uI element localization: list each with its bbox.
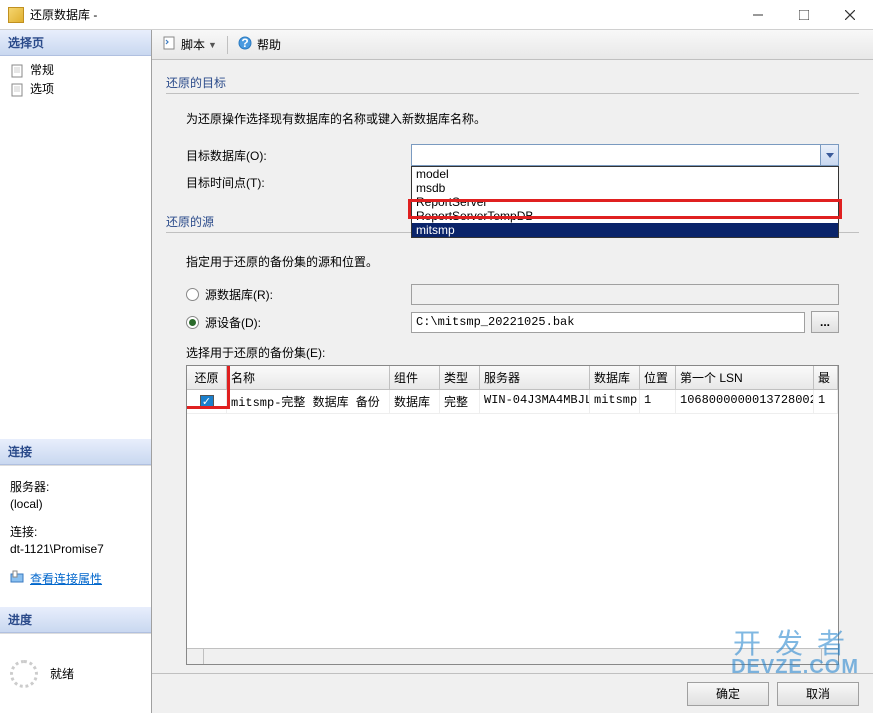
help-icon: ? — [238, 36, 254, 53]
cell-position: 1 — [640, 390, 676, 413]
cell-component: 数据库 — [390, 390, 440, 413]
minimize-button[interactable] — [735, 0, 781, 30]
target-db-label: 目标数据库(O): — [186, 147, 411, 164]
maximize-button[interactable] — [781, 0, 827, 30]
horizontal-scrollbar[interactable] — [187, 648, 838, 664]
col-restore[interactable]: 还原 — [187, 366, 227, 389]
toolbar: 脚本 ▼ ? 帮助 — [152, 30, 873, 60]
progress-ring-icon — [10, 660, 38, 688]
close-button[interactable] — [827, 0, 873, 30]
dropdown-item-selected[interactable]: mitsmp — [412, 223, 838, 237]
toolbar-separator — [227, 36, 228, 54]
grid-header: 还原 名称 组件 类型 服务器 数据库 位置 第一个 LSN 最 — [187, 366, 838, 390]
source-db-radio[interactable] — [186, 288, 199, 301]
help-button[interactable]: ? 帮助 — [234, 34, 285, 55]
dropdown-item[interactable]: model — [412, 167, 838, 181]
sidebar-item-label: 常规 — [30, 61, 54, 78]
table-row[interactable]: ✓ mitsmp-完整 数据库 备份 数据库 完整 WIN-04J3MA4MBJ… — [187, 390, 838, 414]
col-name[interactable]: 名称 — [227, 366, 390, 389]
target-hint: 为还原操作选择现有数据库的名称或键入新数据库名称。 — [166, 104, 859, 141]
source-device-radio[interactable] — [186, 316, 199, 329]
cancel-button[interactable]: 取消 — [777, 682, 859, 706]
col-server[interactable]: 服务器 — [480, 366, 590, 389]
connection-props-icon — [10, 570, 26, 587]
dialog-footer: 确定 取消 — [152, 673, 873, 713]
db-icon — [8, 7, 24, 23]
script-icon — [162, 36, 178, 53]
page-icon — [10, 83, 26, 95]
target-legend: 还原的目标 — [166, 74, 859, 93]
progress-status: 就绪 — [50, 665, 74, 682]
cell-first-lsn: 106800000001372800210 — [676, 390, 814, 413]
chevron-down-icon — [826, 153, 834, 158]
col-first-lsn[interactable]: 第一个 LSN — [676, 366, 814, 389]
svg-text:?: ? — [241, 36, 248, 50]
dropdown-item[interactable]: ReportServerTempDB — [412, 209, 838, 223]
page-icon — [10, 64, 26, 76]
cell-name: mitsmp-完整 数据库 备份 — [227, 390, 390, 413]
sidebar-item-label: 选项 — [30, 80, 54, 97]
target-db-input[interactable] — [412, 145, 820, 165]
connection-label: 连接: — [10, 523, 141, 540]
sidebar-item-options[interactable]: 选项 — [4, 79, 147, 98]
col-database[interactable]: 数据库 — [590, 366, 640, 389]
browse-button[interactable]: ... — [811, 311, 839, 333]
window-title: 还原数据库 - — [30, 6, 735, 23]
source-hint: 指定用于还原的备份集的源和位置。 — [166, 243, 859, 280]
progress-header: 进度 — [0, 607, 151, 633]
connection-value: dt-1121\Promise7 — [10, 542, 141, 556]
target-db-combo[interactable] — [411, 144, 839, 166]
backup-sets-grid[interactable]: 还原 名称 组件 类型 服务器 数据库 位置 第一个 LSN 最 ✓ mitsm… — [186, 365, 839, 665]
cell-database: mitsmp — [590, 390, 640, 413]
sidebar: 选择页 常规 选项 连接 服务器: (local) 连接: dt-1121\Pr — [0, 30, 152, 713]
target-time-label: 目标时间点(T): — [186, 174, 411, 191]
col-component[interactable]: 组件 — [390, 366, 440, 389]
dropdown-item[interactable]: ReportServer — [412, 195, 838, 209]
dropdown-item[interactable]: msdb — [412, 181, 838, 195]
col-type[interactable]: 类型 — [440, 366, 480, 389]
divider — [166, 93, 859, 94]
source-db-input — [411, 284, 839, 305]
col-last[interactable]: 最 — [814, 366, 838, 389]
source-device-input[interactable] — [411, 312, 805, 333]
ok-button[interactable]: 确定 — [687, 682, 769, 706]
backup-sets-label: 选择用于还原的备份集(E): — [166, 336, 859, 361]
cell-server: WIN-04J3MA4MBJL — [480, 390, 590, 413]
source-db-label: 源数据库(R): — [205, 286, 273, 303]
target-db-dropdown[interactable]: model msdb ReportServer ReportServerTemp… — [411, 166, 839, 238]
combo-dropdown-button[interactable] — [820, 145, 838, 165]
chevron-down-icon: ▼ — [208, 40, 217, 50]
restore-checkbox[interactable]: ✓ — [200, 395, 214, 409]
select-page-header: 选择页 — [0, 30, 151, 56]
script-button[interactable]: 脚本 ▼ — [158, 34, 221, 55]
source-device-label: 源设备(D): — [205, 314, 261, 331]
sidebar-item-general[interactable]: 常规 — [4, 60, 147, 79]
cell-last: 1 — [814, 390, 838, 413]
main-panel: 脚本 ▼ ? 帮助 还原的目标 为还原操作选择现有数据库的名称或键入新数据库名称… — [152, 30, 873, 713]
cell-type: 完整 — [440, 390, 480, 413]
server-value: (local) — [10, 497, 141, 511]
titlebar: 还原数据库 - — [0, 0, 873, 30]
server-label: 服务器: — [10, 478, 141, 495]
view-connection-props-link[interactable]: 查看连接属性 — [30, 570, 102, 587]
connection-header: 连接 — [0, 439, 151, 465]
col-position[interactable]: 位置 — [640, 366, 676, 389]
